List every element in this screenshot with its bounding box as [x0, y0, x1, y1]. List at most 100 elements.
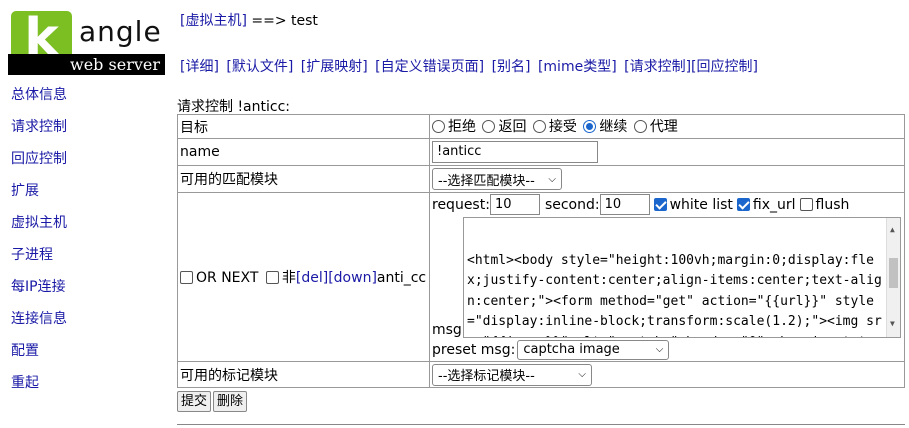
- sidebar-item-virtual-hosts[interactable]: 虚拟主机: [11, 212, 67, 244]
- match-module-select[interactable]: --选择匹配模块-- ⌵: [432, 168, 562, 190]
- target-option-return[interactable]: 返回: [482, 116, 526, 136]
- rule-module-name: anti_cc: [376, 270, 427, 286]
- mark-module-select-value: --选择标记模块--: [438, 369, 535, 384]
- request-label: request:: [432, 196, 490, 213]
- kangle-logo: k angle web server: [8, 11, 165, 75]
- preset-line: preset msg: captcha image ⌵: [432, 339, 902, 361]
- target-option-label: 拒绝: [448, 119, 476, 136]
- target-option-continue[interactable]: 继续: [583, 116, 627, 136]
- white-list-checkbox[interactable]: [653, 198, 667, 211]
- request-input[interactable]: 10: [489, 194, 540, 215]
- target-label: 目标: [177, 114, 430, 139]
- sidebar-nav: 总体信息 请求控制 回应控制 扩展 虚拟主机 子进程 每IP连接 连接信息 配置…: [11, 84, 67, 404]
- or-next-label: OR NEXT: [196, 270, 259, 286]
- anti-cc-rule-row: OR NEXT 非[del][down]anti_cc request: 10 …: [177, 192, 905, 362]
- sidebar-item-response-control[interactable]: 回应控制: [11, 148, 67, 180]
- sidebar-item-request-control[interactable]: 请求控制: [11, 116, 67, 148]
- second-input[interactable]: 10: [599, 194, 650, 215]
- tab-custom-error-pages[interactable]: [自定义错误页面]: [375, 59, 484, 75]
- mark-module-row: 可用的标记模块 --选择标记模块-- ⌵: [177, 361, 905, 388]
- sidebar-item-extensions[interactable]: 扩展: [11, 180, 67, 212]
- msg-text: <html><body style="height:100vh;margin:0…: [467, 252, 882, 337]
- target-options: 拒绝 返回 接受 继续 代理: [429, 114, 905, 139]
- match-module-label: 可用的匹配模块: [177, 165, 430, 193]
- logo-name: angle: [79, 15, 162, 48]
- white-list-label: white list: [669, 196, 733, 213]
- mark-module-cell: --选择标记模块-- ⌵: [429, 361, 905, 388]
- flush-checkbox[interactable]: [799, 198, 813, 211]
- tab-aliases[interactable]: [别名]: [492, 59, 531, 75]
- radio-continue[interactable]: [583, 119, 597, 133]
- radio-deny[interactable]: [432, 119, 445, 133]
- radio-accept[interactable]: [532, 119, 546, 133]
- form-title: 请求控制 !anticc:: [177, 99, 291, 115]
- mark-module-select[interactable]: --选择标记模块-- ⌵: [432, 363, 592, 386]
- scroll-down-icon[interactable]: ▼: [890, 314, 895, 335]
- delete-button[interactable]: 删除: [213, 391, 248, 412]
- msg-scrollbar[interactable]: ▲ ▼: [886, 217, 900, 337]
- rule-params-line: request: 10 second: 10 white list fix_ur…: [432, 194, 902, 216]
- target-row: 目标 拒绝 返回 接受 继续 代理: [177, 114, 905, 139]
- preset-label: preset msg:: [432, 341, 516, 358]
- scroll-thumb[interactable]: [889, 257, 898, 288]
- match-module-cell: --选择匹配模块-- ⌵: [429, 165, 905, 193]
- msg-textarea[interactable]: <html><body style="height:100vh;margin:0…: [463, 216, 901, 338]
- target-option-deny[interactable]: 拒绝: [432, 116, 476, 136]
- logo-subtitle: web server: [8, 54, 165, 75]
- target-option-label: 继续: [599, 119, 628, 136]
- sidebar-item-config[interactable]: 配置: [11, 340, 67, 372]
- not-checkbox[interactable]: [265, 271, 279, 284]
- flush-label: flush: [815, 196, 850, 213]
- sidebar-item-restart[interactable]: 重起: [11, 372, 67, 404]
- breadcrumb-current: test: [291, 13, 318, 29]
- vhost-tabs: [详细] [默认文件] [扩展映射] [自定义错误页面] [别名] [mime类…: [180, 56, 761, 76]
- second-label: second:: [544, 196, 600, 213]
- target-option-accept[interactable]: 接受: [532, 116, 577, 136]
- target-option-proxy[interactable]: 代理: [633, 116, 678, 136]
- target-option-label: 接受: [548, 119, 577, 136]
- preset-msg-select[interactable]: captcha image ⌵: [517, 339, 670, 360]
- or-next-checkbox[interactable]: [180, 271, 193, 284]
- tab-details[interactable]: [详细]: [180, 59, 219, 75]
- breadcrumb: [虚拟主机] ==> test: [180, 10, 318, 30]
- form-buttons: 提交 删除: [177, 391, 249, 412]
- fix-url-label: fix_url: [752, 196, 796, 213]
- name-input[interactable]: !anticc: [432, 141, 598, 163]
- radio-proxy[interactable]: [633, 119, 647, 133]
- rule-form-table: 目标 拒绝 返回 接受 继续 代理 name !anticc 可用的匹配模块 -…: [177, 114, 905, 388]
- tab-request-control[interactable]: [请求控制]: [624, 59, 691, 75]
- breadcrumb-arrow: ==>: [246, 13, 292, 29]
- fix-url-checkbox[interactable]: [736, 198, 750, 211]
- name-label: name: [177, 138, 430, 166]
- down-link[interactable]: [down]: [328, 270, 377, 286]
- scroll-up-icon[interactable]: ▲: [890, 220, 895, 241]
- msg-label: msg:: [432, 321, 467, 338]
- target-option-label: 返回: [498, 119, 527, 136]
- tab-response-control[interactable]: [回应控制]: [691, 59, 758, 75]
- tab-mime-types[interactable]: [mime类型]: [538, 59, 617, 75]
- del-link[interactable]: [del]: [296, 270, 328, 286]
- name-cell: !anticc: [429, 138, 905, 166]
- sidebar-item-overview[interactable]: 总体信息: [11, 84, 67, 116]
- match-module-row: 可用的匹配模块 --选择匹配模块-- ⌵: [177, 165, 905, 193]
- sidebar-item-per-ip-connections[interactable]: 每IP连接: [11, 276, 67, 308]
- chevron-down-icon: ⌵: [548, 173, 556, 185]
- msg-wrapper: msg: <html><body style="height:100vh;mar…: [432, 216, 902, 339]
- bottom-divider: [177, 424, 905, 425]
- preset-msg-value: captcha image: [523, 342, 620, 357]
- breadcrumb-virtual-host-link[interactable]: [虚拟主机]: [180, 13, 247, 29]
- match-module-select-value: --选择匹配模块--: [438, 173, 535, 189]
- submit-button[interactable]: 提交: [177, 391, 212, 412]
- name-row: name !anticc: [177, 138, 905, 166]
- not-label: 非: [281, 270, 296, 286]
- target-option-label: 代理: [649, 119, 678, 136]
- rule-controls: OR NEXT 非[del][down]anti_cc: [177, 192, 430, 362]
- sidebar-item-subprocess[interactable]: 子进程: [11, 244, 67, 276]
- sidebar-item-connection-info[interactable]: 连接信息: [11, 308, 67, 340]
- chevron-down-icon: ⌵: [578, 369, 586, 380]
- radio-return[interactable]: [482, 119, 496, 133]
- tab-default-files[interactable]: [默认文件]: [226, 59, 293, 75]
- tab-extension-mapping[interactable]: [扩展映射]: [301, 59, 368, 75]
- rule-params: request: 10 second: 10 white list fix_ur…: [429, 192, 905, 362]
- chevron-down-icon: ⌵: [655, 344, 664, 355]
